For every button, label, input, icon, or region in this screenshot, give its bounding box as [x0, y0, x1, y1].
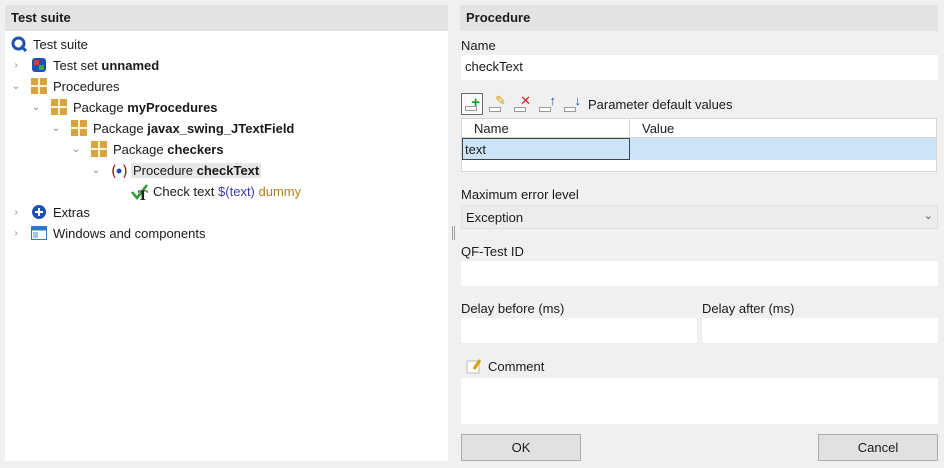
check-text-icon: T — [131, 183, 148, 204]
panel-splitter[interactable] — [452, 226, 455, 240]
window-icon — [31, 225, 47, 241]
tree-item-prefix: Procedure — [133, 162, 193, 178]
svg-text:): ) — [122, 162, 127, 180]
test-suite-tree[interactable]: Test suite › Test set unnamed ⌄ Procedur… — [5, 31, 448, 461]
chevron-down-icon: ⌄ — [923, 210, 933, 222]
tree-item-name: myProcedures — [127, 99, 218, 115]
delay-before-label: Delay before (ms) — [461, 301, 565, 316]
tree-item-dummy: dummy — [258, 183, 302, 199]
tree-item-name: checkText — [196, 162, 260, 178]
svg-text:T: T — [138, 189, 148, 201]
package-icon — [51, 99, 67, 115]
comment-label: Comment — [488, 358, 545, 374]
delay-after-label: Delay after (ms) — [702, 301, 795, 316]
parameters-title: Parameter default values — [588, 96, 733, 112]
tree-item-procedure-checktext[interactable]: () Procedure checkText — [111, 160, 262, 180]
procedure-header: Procedure — [460, 5, 938, 31]
package-icon — [31, 78, 47, 94]
max-error-value: Exception — [466, 210, 524, 225]
tree-item-prefix: Test set — [53, 57, 98, 73]
procedure-details-panel: Procedure Name checkText + ✎ ✕ ↑ ↓ Param… — [458, 0, 944, 468]
expand-chevron-icon[interactable]: › — [11, 202, 21, 222]
tree-item-label: Windows and components — [53, 225, 206, 241]
ok-button[interactable]: OK — [461, 434, 581, 461]
procedure-icon: () — [111, 162, 128, 180]
tree-item-package-jtextfield[interactable]: Package javax_swing_JTextField — [71, 118, 296, 138]
delete-x-icon: ✕ — [520, 93, 531, 108]
arrow-up-icon: ↑ — [549, 93, 557, 108]
delay-before-field[interactable] — [461, 318, 697, 343]
parameter-toolbar: + ✎ ✕ ↑ ↓ Parameter default values — [461, 92, 733, 116]
extras-plus-icon — [31, 204, 47, 220]
tree-item-extras[interactable]: Extras — [31, 202, 92, 222]
tree-item-label: Procedures — [53, 78, 120, 94]
package-icon — [71, 120, 87, 136]
tree-item-name: javax_swing_JTextField — [147, 120, 295, 136]
table-cell-name[interactable]: text — [462, 138, 630, 160]
pencil-icon: ✎ — [495, 93, 506, 108]
parameter-table[interactable]: Name Value text — [461, 118, 937, 172]
comment-field[interactable] — [461, 378, 938, 424]
add-parameter-button[interactable]: + — [461, 93, 483, 115]
collapse-chevron-icon[interactable]: ⌄ — [31, 97, 41, 117]
edit-parameter-button[interactable]: ✎ — [486, 93, 508, 115]
tree-item-check-text[interactable]: T Check text $(text) dummy — [131, 181, 303, 204]
comment-pencil-icon — [466, 358, 482, 374]
qftest-id-field[interactable] — [461, 261, 938, 286]
tree-item-name: checkers — [167, 141, 224, 157]
delete-parameter-button[interactable]: ✕ — [511, 93, 533, 115]
plus-icon: + — [471, 94, 480, 111]
collapse-chevron-icon[interactable]: ⌄ — [51, 118, 61, 138]
tree-item-procedures[interactable]: Procedures — [31, 76, 121, 96]
table-row[interactable]: text — [462, 138, 936, 160]
move-down-button[interactable]: ↓ — [561, 93, 583, 115]
tree-item-prefix: Package — [113, 141, 164, 157]
tree-item-variable: $(text) — [218, 183, 255, 199]
move-up-button[interactable]: ↑ — [536, 93, 558, 115]
qftest-id-label: QF-Test ID — [461, 244, 524, 259]
column-header-name[interactable]: Name — [462, 119, 630, 138]
tree-item-name: unnamed — [101, 57, 160, 73]
collapse-chevron-icon[interactable]: ⌄ — [11, 76, 21, 96]
expand-chevron-icon[interactable]: › — [11, 223, 21, 243]
test-suite-header: Test suite — [5, 5, 448, 31]
tree-item-package-myprocedures[interactable]: Package myProcedures — [51, 97, 220, 117]
cancel-button[interactable]: Cancel — [818, 434, 938, 461]
name-field[interactable]: checkText — [461, 55, 938, 80]
tree-item-label: Extras — [53, 204, 90, 220]
package-icon — [91, 141, 107, 157]
testset-icon — [31, 57, 47, 73]
collapse-chevron-icon[interactable]: ⌄ — [91, 160, 101, 180]
tree-item-testset[interactable]: Test set unnamed — [31, 55, 161, 75]
tree-item-prefix: Package — [93, 120, 144, 136]
tree-item-prefix: Check text — [153, 183, 215, 199]
test-suite-panel: Test suite Test suite › Test set unnamed… — [0, 0, 452, 468]
max-error-label: Maximum error level — [461, 187, 579, 202]
expand-chevron-icon[interactable]: › — [11, 55, 21, 75]
svg-text:(: ( — [111, 162, 117, 180]
tree-item-windows[interactable]: Windows and components — [31, 223, 207, 243]
tree-item-prefix: Package — [73, 99, 124, 115]
name-label: Name — [461, 38, 496, 53]
collapse-chevron-icon[interactable]: ⌄ — [71, 139, 81, 159]
comment-label-row: Comment — [466, 358, 544, 374]
qftest-q-icon — [11, 36, 28, 53]
tree-item-package-checkers[interactable]: Package checkers — [91, 139, 226, 159]
delay-after-field[interactable] — [702, 318, 938, 343]
max-error-select[interactable]: Exception ⌄ — [461, 205, 938, 229]
column-header-value[interactable]: Value — [630, 119, 936, 138]
tree-item-root[interactable]: Test suite — [11, 34, 90, 54]
tree-item-label: Test suite — [33, 36, 88, 52]
arrow-down-icon: ↓ — [574, 93, 582, 108]
